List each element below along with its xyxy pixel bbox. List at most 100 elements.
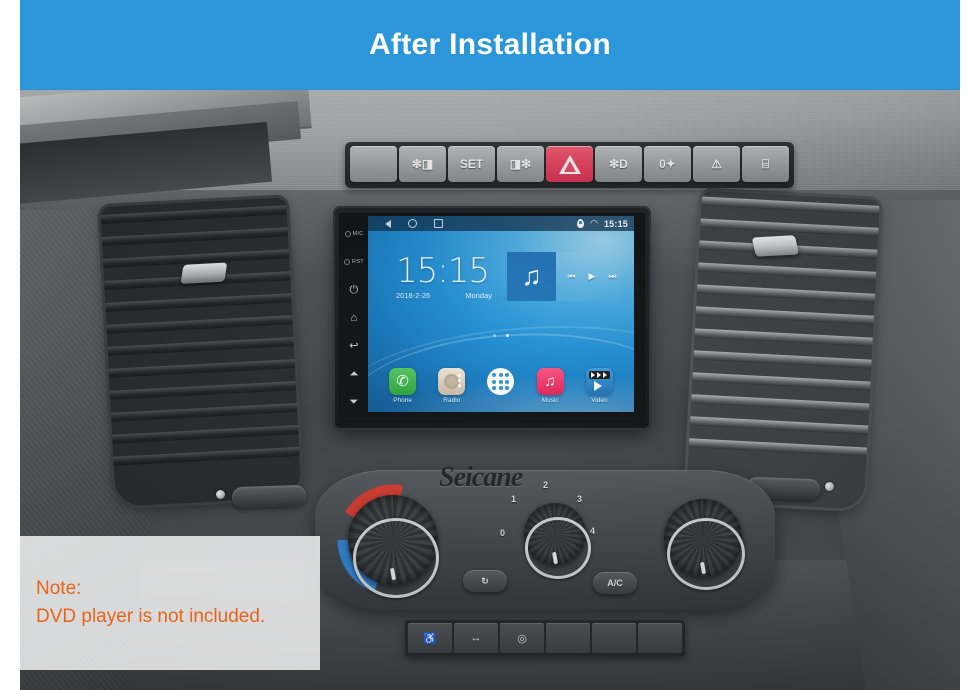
recirculation-button[interactable]: ↻ [463,570,507,592]
clock-subrow: 2018-2-26 Monday [396,291,492,300]
right-vent-adjuster[interactable] [751,235,800,257]
radio-icon [438,368,466,395]
fan-speed-knob[interactable] [513,492,597,579]
app-label: Video [591,397,608,404]
note-label: Note: [36,578,82,599]
dash-button-set[interactable]: SET [448,146,495,182]
home-circle-icon[interactable] [408,219,417,228]
app-phone[interactable]: ✆ Phone [382,368,424,404]
play-icon[interactable]: ▶ [589,272,596,281]
app-video[interactable]: Video [578,368,620,404]
traction-control-button[interactable]: ↔ [454,623,498,653]
fan-scale-1: 1 [511,494,517,504]
rear-fog-light-icon: ❇◨ [411,157,434,171]
film-strip-icon [588,371,610,379]
left-vent-adjuster[interactable] [180,262,228,284]
volume-up-button[interactable]: ⏶ [340,360,368,388]
clock-weekday: Monday [465,291,492,300]
back-button[interactable]: ↩ [340,332,368,360]
volume-down-button[interactable]: ⏷ [340,388,368,416]
left-air-vent[interactable] [100,197,302,507]
app-music[interactable]: ♫ Music [529,368,571,404]
hazard-triangle-icon [558,154,581,174]
app-label: Music [541,397,559,404]
door-lock-icon: ⌸ [761,157,770,171]
dash-button-blank-left[interactable] [350,146,397,182]
app-radio[interactable]: Radio [431,368,473,404]
temperature-knob[interactable] [337,484,449,598]
rear-defogger-icon: 0✦ [659,157,676,171]
dash-button-rear-defogger[interactable]: 0✦ [644,146,691,182]
lower-button-row: ♿ ↔ ◎ [405,620,685,656]
fan-scale-3: 3 [577,494,583,504]
radio-knobs-icon [458,374,462,387]
ac-label: A/C [607,578,623,588]
right-air-vent[interactable] [686,190,880,510]
climate-control-panel: Seicane 0 1 2 3 4 ↻ A/C [315,462,775,610]
next-track-icon[interactable]: ⏭ [608,272,616,281]
clock-widget[interactable]: 15:15 2018-2-26 Monday [396,251,492,302]
music-icon: ♫ [536,368,564,395]
android-screen[interactable]: ◠ 15:15 15:15 2018-2-26 Monday ♫ ⏮ ▶ ⏭ ✆… [368,216,634,412]
phone-glyph: ✆ [396,373,409,390]
status-bar-right: ◠ 15:15 [577,219,628,229]
radio-speaker-icon [444,374,460,389]
page-dot[interactable] [506,334,509,337]
seat-heater-button[interactable]: ♿ [408,623,452,653]
esp-off-icon: ⚠ [711,157,722,171]
power-button[interactable]: ⏻ [340,276,368,304]
back-triangle-icon[interactable] [385,219,391,228]
blank-button-3[interactable] [638,623,682,653]
ac-button[interactable]: A/C [593,572,637,594]
clock-date: 2018-2-26 [396,291,431,300]
reset-button[interactable]: RST [340,248,368,276]
dash-button-hazard-lights[interactable] [546,146,593,182]
left-lower-control[interactable] [231,484,307,509]
location-pin-icon [577,219,585,228]
phone-icon: ✆ [389,368,417,395]
previous-track-icon[interactable]: ⏮ [567,272,575,281]
recirculation-icon: ↻ [481,575,489,586]
home-icon: ⌂ [350,311,358,324]
app-drawer[interactable] [480,368,522,404]
page-indicator [493,334,509,337]
status-bar-clock: 15:15 [603,218,628,229]
headlight-leveling-icon: ❇D [609,157,628,171]
clock-time: 15:15 [396,251,490,291]
video-icon [585,368,613,395]
music-widget[interactable]: ♫ ⏮ ▶ ⏭ [507,252,623,301]
volume-up-icon: ⏶ [349,367,359,380]
recents-square-icon[interactable] [434,219,443,228]
mic-label: MIC [352,231,364,237]
air-direction-knob[interactable] [653,488,753,590]
fan-scale-0: 0 [500,528,506,538]
traction-control-icon: ↔ [470,632,482,644]
esp-icon: ◎ [517,632,527,645]
video-play-icon [593,381,602,391]
blank-button-1[interactable] [546,623,590,653]
page-dot[interactable] [493,334,496,337]
music-controls: ⏮ ▶ ⏭ [561,252,623,301]
fan-scale-4: 4 [590,526,596,536]
dash-button-esp-off[interactable]: ⚠ [693,146,740,182]
reset-label: RST [352,259,364,265]
dashboard-button-strip: ❇◨ SET ◨❇ ❇D 0✦ ⚠ ⌸ [345,142,794,188]
music-glyph: ♫ [544,373,556,390]
knob-ring [524,517,592,579]
header-banner: After Installation [20,0,960,90]
screenshot-root: After Installation ❇◨ SET ◨❇ ❇D 0✦ ⚠ ⌸ M… [0,0,980,690]
page-title: After Installation [368,28,612,61]
fan-scale-2: 2 [543,480,549,490]
home-button[interactable]: ⌂ [340,304,368,332]
dash-button-rear-fog-light[interactable]: ❇◨ [399,146,446,182]
wifi-icon: ◠ [590,218,598,228]
note-text: DVD player is not included. [36,606,266,627]
mic-button[interactable]: MIC [340,220,368,248]
back-arrow-icon: ↩ [349,339,359,352]
esp-button[interactable]: ◎ [500,623,544,653]
dash-button-door-lock[interactable]: ⌸ [742,146,789,182]
dash-button-headlight-leveling[interactable]: ❇D [595,146,642,182]
dash-button-front-fog-light[interactable]: ◨❇ [497,146,544,182]
blank-button-2[interactable] [592,623,636,653]
power-icon: ⏻ [349,283,359,296]
